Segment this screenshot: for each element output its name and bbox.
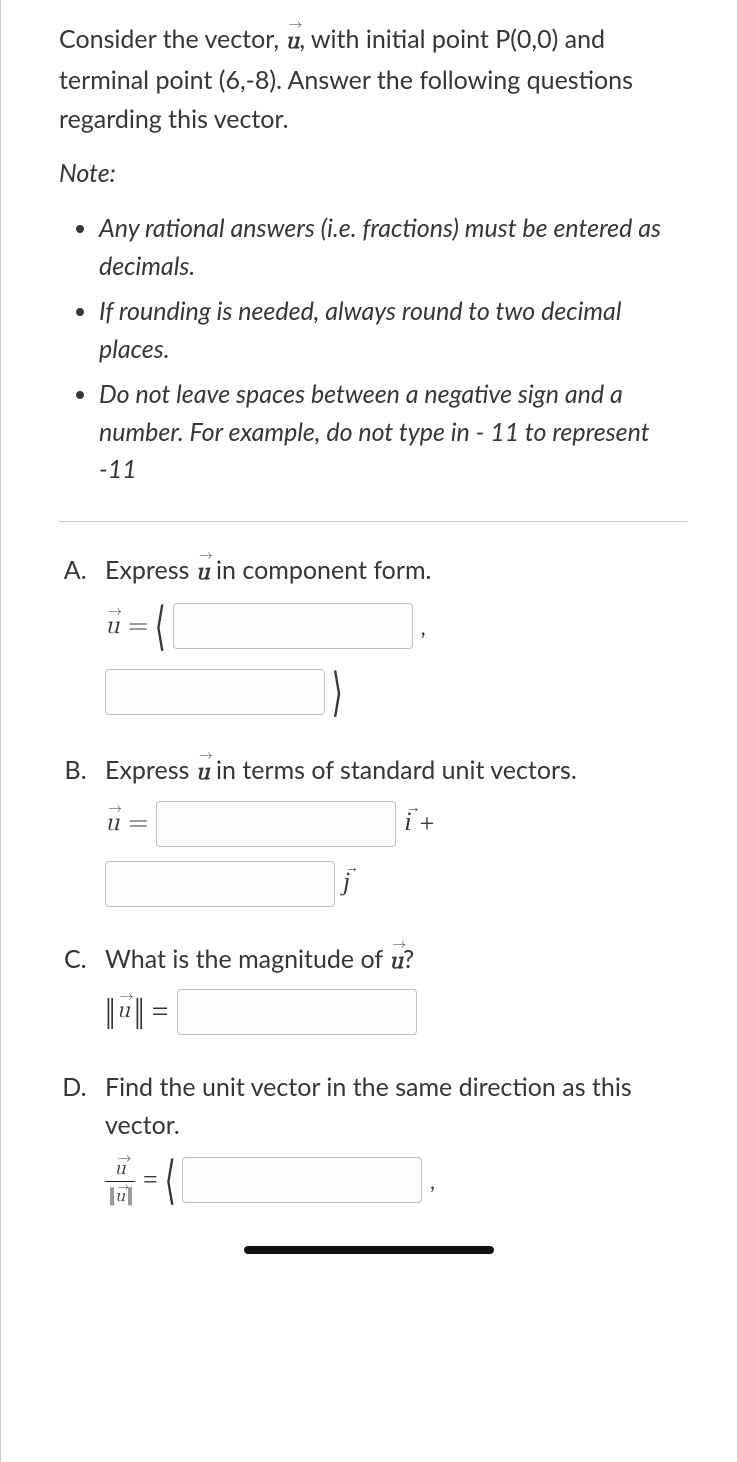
i-unit-vector: i→ (404, 807, 411, 837)
note-item: Any rational answers (i.e. fractions) mu… (99, 206, 687, 289)
question-a: Express u→ in component form. u→ = ⟨ , ⟩ (93, 552, 697, 719)
question-a-text: Express u→ in component form. (105, 552, 697, 591)
u-over-norm-u-label: u→ ||u→|| (105, 1157, 135, 1207)
question-a-answer-row1: u→ = ⟨ , (105, 600, 697, 652)
magnitude-input[interactable] (177, 989, 417, 1035)
question-c-answer-row: ||u→|| = (105, 989, 697, 1035)
questions-list: Express u→ in component form. u→ = ⟨ , ⟩… (31, 552, 707, 1207)
notes-list: Any rational answers (i.e. fractions) mu… (31, 206, 707, 493)
comma: , (430, 1167, 439, 1194)
question-prompt: Consider the vector, u→, with initial po… (31, 20, 707, 148)
question-b: Express u→ in terms of standard unit vec… (93, 752, 697, 907)
question-b-text: Express u→ in terms of standard unit vec… (105, 752, 697, 791)
question-d: Find the unit vector in the same directi… (93, 1069, 697, 1206)
component-y-input[interactable] (105, 669, 325, 715)
question-card: Consider the vector, u→, with initial po… (0, 0, 738, 1462)
rangle-bracket: ⟩ (332, 668, 343, 720)
note-item: Do not leave spaces between a negative s… (99, 372, 687, 493)
note-item: If rounding is needed, always round to t… (99, 289, 687, 372)
plus-sign: + (420, 809, 435, 839)
question-d-text: Find the unit vector in the same directi… (105, 1069, 697, 1144)
langle-bracket: ⟨ (155, 602, 166, 654)
divider (59, 521, 687, 522)
question-a-answer-row2: ⟩ (105, 666, 697, 718)
j-unit-vector: j→ (343, 867, 350, 897)
j-coefficient-input[interactable] (105, 861, 335, 907)
question-d-answer-row: u→ ||u→|| = ⟨ , (105, 1154, 697, 1206)
question-b-answer-row2: j→ (105, 861, 697, 907)
question-b-answer-row1: u→ = i→ + (105, 801, 697, 847)
unit-vector-x-input[interactable] (182, 1157, 422, 1203)
comma: , (421, 613, 430, 640)
equals-sign: = (143, 1165, 158, 1195)
question-c: What is the magnitude of u→? ||u→|| = (93, 941, 697, 1036)
u-equals-label: u→ = (105, 611, 148, 642)
norm-u-label: ||u→|| = (105, 993, 169, 1031)
i-coefficient-input[interactable] (156, 801, 396, 847)
scroll-indicator[interactable] (244, 1246, 494, 1254)
note-label: Note: (31, 148, 707, 206)
component-x-input[interactable] (173, 603, 413, 649)
langle-bracket: ⟨ (164, 1156, 175, 1208)
question-c-text: What is the magnitude of u→? (105, 941, 697, 980)
u-equals-label: u→ = (105, 808, 148, 839)
